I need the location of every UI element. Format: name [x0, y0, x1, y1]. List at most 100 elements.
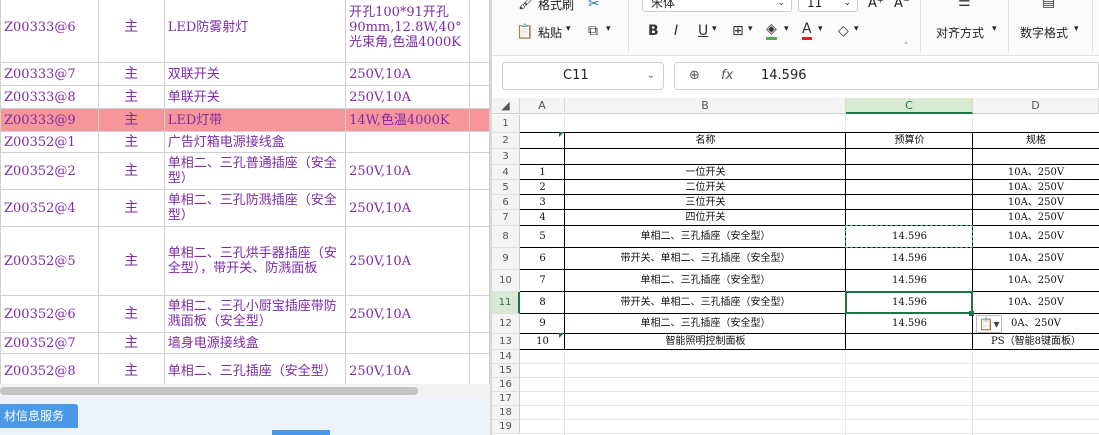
- cell-b9[interactable]: 带开关、单相二、三孔插座（安全型）: [565, 248, 846, 270]
- row-header-19[interactable]: 19: [492, 420, 520, 434]
- paste-options-icon[interactable]: 📋▾: [976, 315, 1002, 333]
- cell-b2[interactable]: 名称: [565, 133, 846, 149]
- number-format-menu[interactable]: 数字格式: [1020, 24, 1068, 41]
- bold-icon[interactable]: B: [648, 23, 659, 39]
- row-header-10[interactable]: 10: [492, 270, 520, 292]
- material-row[interactable]: Z00352@4 主单相二、三孔防溅插座（安全型） 250V,10A: [0, 189, 490, 227]
- material-row[interactable]: Z00333@8 主单联开关 250V,10A: [0, 85, 490, 109]
- material-row[interactable]: Z00352@7 主墙身电源接线盒: [0, 332, 490, 354]
- row-header-6[interactable]: 6: [492, 195, 520, 210]
- cell-b6[interactable]: 三位开关: [565, 195, 846, 210]
- column-header-b[interactable]: B: [565, 98, 846, 114]
- chevron-down-icon[interactable]: ▾: [854, 24, 859, 34]
- row-header-4[interactable]: 4: [492, 165, 520, 180]
- row-header-18[interactable]: 18: [492, 406, 520, 420]
- cell-a12[interactable]: 9: [520, 314, 565, 334]
- cell-a10[interactable]: 7: [520, 270, 565, 292]
- cell-d9[interactable]: 10A、250V: [973, 248, 1099, 270]
- number-format-icon[interactable]: ▤: [1042, 0, 1055, 10]
- cell-a9[interactable]: 6: [520, 248, 565, 270]
- row-header-13[interactable]: 13: [492, 334, 520, 350]
- sheet-grid[interactable]: ◢ A B C D 1 2 名称 预算价 规格 3 4 1 一位开关 10A、250V 5 2 二位开关 10A、2…: [492, 98, 1099, 435]
- zoom-icon[interactable]: ⊕: [689, 63, 700, 89]
- fill-handle[interactable]: [969, 311, 974, 316]
- material-row[interactable]: Z00352@6 主单相二、三孔小厨宝插座带防溅面板（安全型） 250V,10A: [0, 295, 490, 333]
- cell-d6[interactable]: 10A、250V: [973, 195, 1099, 210]
- cell-d7[interactable]: 10A、250V: [973, 210, 1099, 226]
- cell-d5[interactable]: 10A、250V: [973, 180, 1099, 195]
- material-row[interactable]: Z00333@9 主 LED灯带 14W,色温4000K: [0, 108, 490, 132]
- row-header-9[interactable]: 9: [492, 248, 520, 270]
- info-service-tab[interactable]: 材信息服务: [0, 404, 78, 428]
- cut-icon[interactable]: ✂: [588, 0, 600, 12]
- material-row[interactable]: Z00352@2 主单相二、三孔普通插座（安全型） 250V,10A: [0, 152, 490, 190]
- chevron-down-icon[interactable]: ▾: [748, 24, 753, 34]
- font-name-select[interactable]: 宋体 ⌄: [642, 0, 792, 12]
- paste-icon[interactable]: 📋: [516, 24, 533, 40]
- corner-select-all[interactable]: ◢: [492, 98, 520, 114]
- row-header-11[interactable]: 11: [492, 292, 520, 314]
- shrink-font-button[interactable]: A⁻: [894, 0, 910, 11]
- cell-b7[interactable]: 四位开关: [565, 210, 846, 226]
- underline-icon[interactable]: U: [698, 23, 708, 39]
- row-header-5[interactable]: 5: [492, 180, 520, 195]
- cell-b12[interactable]: 单相二、三孔插座（安全型）: [565, 314, 846, 334]
- paste-button[interactable]: 粘贴: [538, 24, 562, 41]
- cell-c12[interactable]: 14.596: [846, 314, 973, 334]
- dialog-launcher-icon[interactable]: ⌟: [904, 36, 908, 45]
- cell-b4[interactable]: 一位开关: [565, 165, 846, 180]
- cell-a6[interactable]: 3: [520, 195, 565, 210]
- chevron-down-icon[interactable]: ▾: [818, 24, 823, 34]
- row-header-8[interactable]: 8: [492, 226, 520, 248]
- cell-d8[interactable]: 10A、250V: [973, 226, 1099, 248]
- font-color-icon[interactable]: A: [802, 21, 812, 40]
- cell-b13[interactable]: 智能照明控制面板: [565, 334, 846, 350]
- cell-b8[interactable]: 单相二、三孔插座（安全型）: [565, 226, 846, 248]
- chevron-down-icon[interactable]: ▾: [784, 24, 789, 34]
- fill-color-icon[interactable]: ◈: [766, 21, 777, 40]
- eraser-icon[interactable]: ◇: [838, 23, 849, 39]
- material-row[interactable]: Z00352@1 主广告灯箱电源接线盒: [0, 131, 490, 153]
- cell-a11[interactable]: 8: [520, 292, 565, 314]
- cell-d11[interactable]: 10A、250V: [973, 292, 1099, 314]
- cell-a8[interactable]: 5: [520, 226, 565, 248]
- grow-font-button[interactable]: A⁺: [868, 0, 884, 11]
- row-header-1[interactable]: 1: [492, 115, 520, 133]
- cell-d10[interactable]: 10A、250V: [973, 270, 1099, 292]
- material-row[interactable]: Z00352@5 主单相二、三孔烘手器插座（安全型），带开关、防溅面板 250V,1…: [0, 226, 490, 296]
- cell-b5[interactable]: 二位开关: [565, 180, 846, 195]
- format-painter-label[interactable]: 格式刷: [538, 0, 574, 13]
- font-size-select[interactable]: 11 ⌄: [798, 0, 858, 12]
- cell-d4[interactable]: 10A、250V: [973, 165, 1099, 180]
- format-painter-icon[interactable]: 🖌: [518, 0, 536, 11]
- column-header-c[interactable]: C: [846, 98, 973, 114]
- row-header-2[interactable]: 2: [492, 133, 520, 149]
- name-box[interactable]: C11 ⌄: [502, 62, 664, 90]
- row-header-12[interactable]: 12: [492, 314, 520, 334]
- cell-b11[interactable]: 带开关、单相二、三孔插座（安全型）: [565, 292, 846, 314]
- cell-d13[interactable]: PS（智能8键面板）: [973, 334, 1099, 350]
- material-row[interactable]: Z00333@7 主双联开关 250V,10A: [0, 62, 490, 86]
- align-menu[interactable]: 对齐方式: [936, 24, 984, 41]
- borders-icon[interactable]: ⊞: [732, 23, 744, 39]
- formula-input[interactable]: ⊕ fx 14.596: [674, 62, 1099, 90]
- column-header-d[interactable]: D: [973, 98, 1099, 114]
- row-header-17[interactable]: 17: [492, 392, 520, 406]
- column-header-a[interactable]: A: [520, 98, 565, 114]
- material-row[interactable]: Z00333@6 主 LED防雾射灯 开孔100*91开孔90mm,12.8W,40°…: [0, 0, 490, 63]
- cell-c10[interactable]: 14.596: [846, 270, 973, 292]
- scrollbar-thumb[interactable]: [0, 387, 418, 395]
- cell-a5[interactable]: 2: [520, 180, 565, 195]
- cell-c9[interactable]: 14.596: [846, 248, 973, 270]
- copy-icon[interactable]: ⧉: [588, 23, 598, 39]
- cell-a7[interactable]: 4: [520, 210, 565, 226]
- cell-a4[interactable]: 1: [520, 165, 565, 180]
- row-header-3[interactable]: 3: [492, 149, 520, 165]
- row-header-16[interactable]: 16: [492, 378, 520, 392]
- row-header-7[interactable]: 7: [492, 210, 520, 226]
- chevron-down-icon[interactable]: ▾: [606, 24, 611, 34]
- cell-c2[interactable]: 预算价: [846, 133, 973, 149]
- cell-d2[interactable]: 规格: [973, 133, 1099, 149]
- chevron-down-icon[interactable]: ▾: [566, 24, 571, 34]
- horizontal-scrollbar[interactable]: [0, 384, 490, 398]
